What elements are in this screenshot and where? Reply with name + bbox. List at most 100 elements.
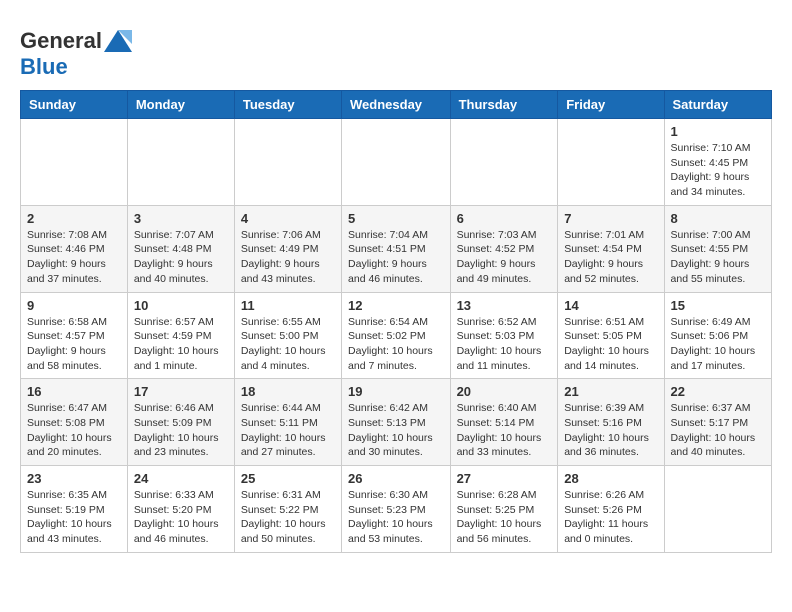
day-number: 3 xyxy=(134,211,228,226)
day-info: Sunrise: 6:26 AM Sunset: 5:26 PM Dayligh… xyxy=(564,488,657,547)
day-info: Sunrise: 7:00 AM Sunset: 4:55 PM Dayligh… xyxy=(671,228,765,287)
day-number: 21 xyxy=(564,384,657,399)
calendar-week-row: 9 Sunrise: 6:58 AM Sunset: 4:57 PM Daylig… xyxy=(21,292,772,379)
day-number: 27 xyxy=(457,471,552,486)
day-number: 18 xyxy=(241,384,335,399)
day-info: Sunrise: 7:01 AM Sunset: 4:54 PM Dayligh… xyxy=(564,228,657,287)
day-info: Sunrise: 6:39 AM Sunset: 5:16 PM Dayligh… xyxy=(564,401,657,460)
day-number: 14 xyxy=(564,298,657,313)
calendar-cell xyxy=(234,119,341,206)
column-header-friday: Friday xyxy=(558,91,664,119)
calendar-cell: 8 Sunrise: 7:00 AM Sunset: 4:55 PM Daylig… xyxy=(664,205,771,292)
calendar-cell xyxy=(558,119,664,206)
calendar-cell: 2Sunrise: 7:08 AM Sunset: 4:46 PM Daylig… xyxy=(21,205,128,292)
calendar-cell: 6 Sunrise: 7:03 AM Sunset: 4:52 PM Daylig… xyxy=(450,205,558,292)
day-info: Sunrise: 7:10 AM Sunset: 4:45 PM Dayligh… xyxy=(671,141,765,200)
calendar-cell xyxy=(664,466,771,553)
day-number: 5 xyxy=(348,211,444,226)
day-info: Sunrise: 7:04 AM Sunset: 4:51 PM Dayligh… xyxy=(348,228,444,287)
calendar-cell: 12Sunrise: 6:54 AM Sunset: 5:02 PM Dayli… xyxy=(342,292,451,379)
calendar-week-row: 16 Sunrise: 6:47 AM Sunset: 5:08 PM Dayli… xyxy=(21,379,772,466)
calendar-cell xyxy=(21,119,128,206)
day-info: Sunrise: 6:54 AM Sunset: 5:02 PM Dayligh… xyxy=(348,315,444,374)
calendar-week-row: 23Sunrise: 6:35 AM Sunset: 5:19 PM Dayli… xyxy=(21,466,772,553)
day-number: 15 xyxy=(671,298,765,313)
day-info: Sunrise: 6:40 AM Sunset: 5:14 PM Dayligh… xyxy=(457,401,552,460)
day-info: Sunrise: 7:07 AM Sunset: 4:48 PM Dayligh… xyxy=(134,228,228,287)
day-info: Sunrise: 6:33 AM Sunset: 5:20 PM Dayligh… xyxy=(134,488,228,547)
calendar-cell: 25Sunrise: 6:31 AM Sunset: 5:22 PM Dayli… xyxy=(234,466,341,553)
day-info: Sunrise: 6:52 AM Sunset: 5:03 PM Dayligh… xyxy=(457,315,552,374)
calendar-week-row: 1 Sunrise: 7:10 AM Sunset: 4:45 PM Daylig… xyxy=(21,119,772,206)
day-number: 13 xyxy=(457,298,552,313)
calendar-cell: 28 Sunrise: 6:26 AM Sunset: 5:26 PM Dayli… xyxy=(558,466,664,553)
day-info: Sunrise: 7:03 AM Sunset: 4:52 PM Dayligh… xyxy=(457,228,552,287)
day-info: Sunrise: 6:30 AM Sunset: 5:23 PM Dayligh… xyxy=(348,488,444,547)
calendar-cell: 3 Sunrise: 7:07 AM Sunset: 4:48 PM Daylig… xyxy=(127,205,234,292)
logo: General Blue xyxy=(20,28,132,80)
day-info: Sunrise: 6:44 AM Sunset: 5:11 PM Dayligh… xyxy=(241,401,335,460)
column-header-saturday: Saturday xyxy=(664,91,771,119)
calendar-week-row: 2Sunrise: 7:08 AM Sunset: 4:46 PM Daylig… xyxy=(21,205,772,292)
column-header-monday: Monday xyxy=(127,91,234,119)
day-info: Sunrise: 6:37 AM Sunset: 5:17 PM Dayligh… xyxy=(671,401,765,460)
calendar-cell: 18 Sunrise: 6:44 AM Sunset: 5:11 PM Dayli… xyxy=(234,379,341,466)
column-header-thursday: Thursday xyxy=(450,91,558,119)
day-info: Sunrise: 7:06 AM Sunset: 4:49 PM Dayligh… xyxy=(241,228,335,287)
day-number: 6 xyxy=(457,211,552,226)
calendar-cell xyxy=(127,119,234,206)
day-number: 26 xyxy=(348,471,444,486)
day-number: 4 xyxy=(241,211,335,226)
day-number: 20 xyxy=(457,384,552,399)
day-info: Sunrise: 6:42 AM Sunset: 5:13 PM Dayligh… xyxy=(348,401,444,460)
day-info: Sunrise: 6:58 AM Sunset: 4:57 PM Dayligh… xyxy=(27,315,121,374)
day-number: 10 xyxy=(134,298,228,313)
day-info: Sunrise: 6:55 AM Sunset: 5:00 PM Dayligh… xyxy=(241,315,335,374)
calendar-cell: 24 Sunrise: 6:33 AM Sunset: 5:20 PM Dayli… xyxy=(127,466,234,553)
day-number: 9 xyxy=(27,298,121,313)
day-number: 28 xyxy=(564,471,657,486)
day-info: Sunrise: 6:47 AM Sunset: 5:08 PM Dayligh… xyxy=(27,401,121,460)
day-number: 22 xyxy=(671,384,765,399)
calendar-cell: 9 Sunrise: 6:58 AM Sunset: 4:57 PM Daylig… xyxy=(21,292,128,379)
day-number: 23 xyxy=(27,471,121,486)
day-number: 11 xyxy=(241,298,335,313)
calendar-table: SundayMondayTuesdayWednesdayThursdayFrid… xyxy=(20,90,772,553)
calendar-cell: 19 Sunrise: 6:42 AM Sunset: 5:13 PM Dayli… xyxy=(342,379,451,466)
day-number: 2 xyxy=(27,211,121,226)
calendar-cell: 15 Sunrise: 6:49 AM Sunset: 5:06 PM Dayli… xyxy=(664,292,771,379)
calendar-cell: 11 Sunrise: 6:55 AM Sunset: 5:00 PM Dayli… xyxy=(234,292,341,379)
logo-blue-text: Blue xyxy=(20,54,68,79)
calendar-cell xyxy=(450,119,558,206)
day-number: 17 xyxy=(134,384,228,399)
column-header-sunday: Sunday xyxy=(21,91,128,119)
day-info: Sunrise: 6:46 AM Sunset: 5:09 PM Dayligh… xyxy=(134,401,228,460)
calendar-cell: 20 Sunrise: 6:40 AM Sunset: 5:14 PM Dayli… xyxy=(450,379,558,466)
calendar-cell: 14 Sunrise: 6:51 AM Sunset: 5:05 PM Dayli… xyxy=(558,292,664,379)
calendar-cell: 26 Sunrise: 6:30 AM Sunset: 5:23 PM Dayli… xyxy=(342,466,451,553)
page-header: General Blue xyxy=(20,20,772,80)
day-number: 1 xyxy=(671,124,765,139)
day-info: Sunrise: 6:51 AM Sunset: 5:05 PM Dayligh… xyxy=(564,315,657,374)
calendar-cell: 10Sunrise: 6:57 AM Sunset: 4:59 PM Dayli… xyxy=(127,292,234,379)
day-number: 25 xyxy=(241,471,335,486)
day-number: 8 xyxy=(671,211,765,226)
calendar-cell: 13 Sunrise: 6:52 AM Sunset: 5:03 PM Dayli… xyxy=(450,292,558,379)
day-number: 19 xyxy=(348,384,444,399)
logo-container: General Blue xyxy=(20,28,132,80)
calendar-cell: 23Sunrise: 6:35 AM Sunset: 5:19 PM Dayli… xyxy=(21,466,128,553)
calendar-cell: 4 Sunrise: 7:06 AM Sunset: 4:49 PM Daylig… xyxy=(234,205,341,292)
day-number: 16 xyxy=(27,384,121,399)
calendar-cell: 7 Sunrise: 7:01 AM Sunset: 4:54 PM Daylig… xyxy=(558,205,664,292)
column-header-tuesday: Tuesday xyxy=(234,91,341,119)
day-number: 7 xyxy=(564,211,657,226)
day-info: Sunrise: 6:49 AM Sunset: 5:06 PM Dayligh… xyxy=(671,315,765,374)
column-header-wednesday: Wednesday xyxy=(342,91,451,119)
logo-triangle-icon xyxy=(104,30,132,52)
calendar-cell: 5 Sunrise: 7:04 AM Sunset: 4:51 PM Daylig… xyxy=(342,205,451,292)
logo-general-text: General xyxy=(20,28,102,54)
calendar-header-row: SundayMondayTuesdayWednesdayThursdayFrid… xyxy=(21,91,772,119)
calendar-cell xyxy=(342,119,451,206)
calendar-cell: 16 Sunrise: 6:47 AM Sunset: 5:08 PM Dayli… xyxy=(21,379,128,466)
day-number: 24 xyxy=(134,471,228,486)
